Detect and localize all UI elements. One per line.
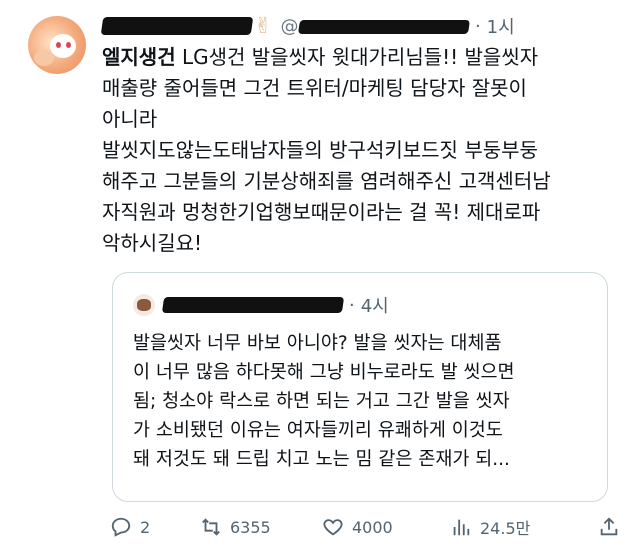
redacted-quoted-author <box>161 297 345 313</box>
view-count: 24.5만 <box>480 519 531 538</box>
speech-bubble-icon <box>111 517 131 537</box>
action-bar: 2 6355 4000 24.5만 <box>110 512 620 542</box>
redacted-display-name <box>100 17 254 35</box>
author-handle[interactable]: @ <box>280 16 470 37</box>
tweet-text-bold: 엘지생건 <box>102 45 176 69</box>
like-button[interactable]: 4000 <box>322 516 393 538</box>
reply-count: 2 <box>140 517 151 537</box>
quoted-tweet-header: · 4시 <box>133 293 389 317</box>
share-icon <box>600 517 618 536</box>
author-avatar[interactable] <box>28 16 86 74</box>
repost-icon <box>202 518 220 536</box>
repost-button[interactable]: 6355 <box>200 516 271 538</box>
heart-icon <box>323 519 343 536</box>
quoted-tweet-timestamp: 4시 <box>360 296 389 317</box>
reply-button[interactable]: 2 <box>110 516 150 538</box>
quoted-tweet-text: 발을씻자 너무 바보 아니야? 발을 씻자는 대체품 이 너무 많음 하다못해 … <box>133 333 515 470</box>
tweet-text: 엘지생건 LG생건 발을씻자 윗대가리님들!! 발을씻자 매출량 줄어들면 그건… <box>102 42 622 259</box>
tweet-header: ✌ @ · 1시 <box>100 12 515 40</box>
quoted-author-avatar <box>133 294 155 316</box>
share-button[interactable] <box>598 516 628 538</box>
tweet-timestamp[interactable]: 1시 <box>487 13 515 39</box>
like-count: 4000 <box>352 517 393 537</box>
repost-count: 6355 <box>230 517 271 537</box>
victory-hand-emoji: ✌ <box>254 13 273 39</box>
bar-chart-icon <box>453 519 470 536</box>
views-button[interactable]: 24.5만 <box>450 515 530 539</box>
tweet-text-body: LG생건 발을씻자 윗대가리님들!! 발을씻자 매출량 줄어들면 그건 트위터/… <box>102 45 551 255</box>
quoted-tweet[interactable]: · 4시 발을씻자 너무 바보 아니야? 발을 씻자는 대체품 이 너무 많음 … <box>112 272 608 502</box>
header-separator: · <box>474 15 481 37</box>
quote-separator: · <box>349 294 355 316</box>
